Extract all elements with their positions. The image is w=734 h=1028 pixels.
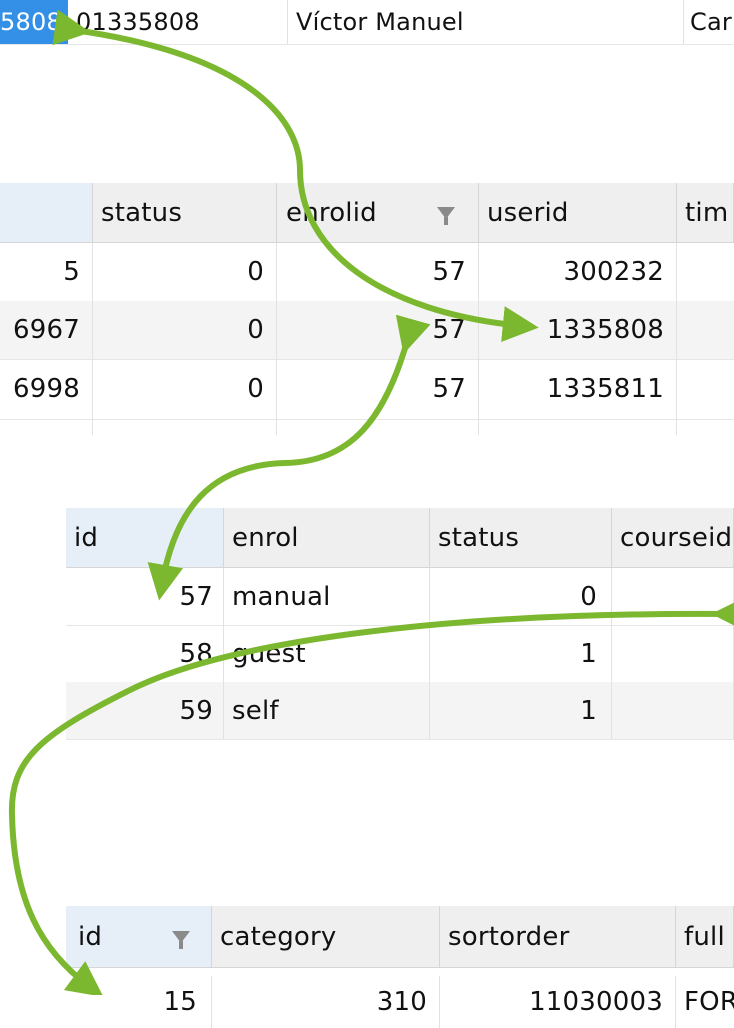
- filter-icon[interactable]: [437, 206, 455, 225]
- cell-status[interactable]: 0: [93, 243, 277, 301]
- table-row[interactable]: 5 0 57 300232: [0, 243, 734, 302]
- table-row[interactable]: 6998 0 57 1335811: [0, 359, 734, 420]
- cell-enrolid[interactable]: 57: [277, 301, 479, 359]
- cell-id[interactable]: 6998: [0, 359, 93, 419]
- empty-cell: [479, 419, 677, 435]
- user-table-row[interactable]: 5808 01335808 Víctor Manuel Car: [0, 0, 734, 45]
- column-header-status[interactable]: status: [93, 183, 277, 243]
- cell-lastname[interactable]: Car: [684, 0, 734, 44]
- cell-id[interactable]: 5: [0, 243, 93, 301]
- cell-status[interactable]: 1: [430, 682, 612, 739]
- column-header-courseid[interactable]: courseid: [612, 508, 734, 568]
- empty-cell: [93, 419, 277, 435]
- cell-username[interactable]: 01335808: [68, 0, 288, 44]
- column-header-enrolid[interactable]: enrolid: [277, 183, 479, 243]
- column-header-status[interactable]: status: [430, 508, 612, 568]
- column-header-category[interactable]: category: [212, 906, 440, 968]
- column-header-time[interactable]: tim: [677, 183, 734, 243]
- cell-id[interactable]: 15: [66, 976, 212, 1028]
- cell-id[interactable]: 57: [66, 568, 224, 625]
- cell-firstname[interactable]: Víctor Manuel: [288, 0, 684, 44]
- cell-courseid[interactable]: [612, 625, 734, 682]
- cell-courseid[interactable]: [612, 682, 734, 739]
- cell-status[interactable]: 0: [93, 301, 277, 359]
- filter-icon[interactable]: [172, 930, 190, 949]
- cell-fullname[interactable]: FOR: [676, 976, 734, 1028]
- cell-courseid[interactable]: [612, 568, 734, 625]
- column-header-id[interactable]: id: [66, 508, 224, 568]
- cell-sortorder[interactable]: 11030003: [440, 976, 676, 1028]
- cell-enrol[interactable]: guest: [224, 625, 430, 682]
- cell-userid[interactable]: 1335811: [479, 359, 677, 419]
- table-row[interactable]: 58 guest 1: [66, 625, 734, 683]
- cell-id[interactable]: 59: [66, 682, 224, 739]
- cell-userid[interactable]: 300232: [479, 243, 677, 301]
- empty-cell: [0, 419, 93, 435]
- column-header-userid[interactable]: userid: [479, 183, 677, 243]
- table-header-row: status enrolid userid tim: [0, 183, 734, 243]
- column-header-fullname[interactable]: full: [676, 906, 734, 968]
- column-header-id[interactable]: [0, 183, 93, 243]
- header-label: id: [78, 921, 103, 952]
- table-row[interactable]: 15 310 11030003 FOR: [66, 968, 734, 1028]
- cell-enrol[interactable]: self: [224, 682, 430, 739]
- table-header-row: id category sortorder full: [66, 906, 734, 968]
- table-row-partial: [0, 419, 734, 435]
- cell-userid[interactable]: 1335808: [479, 301, 677, 359]
- column-header-id[interactable]: id: [66, 906, 212, 968]
- cell-enrol[interactable]: manual: [224, 568, 430, 625]
- empty-cell: [277, 419, 479, 435]
- cell-category[interactable]: 310: [212, 976, 440, 1028]
- cell-id[interactable]: 6967: [0, 301, 93, 359]
- cell-status[interactable]: 1: [430, 625, 612, 682]
- column-header-enrol[interactable]: enrol: [224, 508, 430, 568]
- selected-cell-idnumber[interactable]: 5808: [0, 0, 68, 44]
- table-row[interactable]: 59 self 1: [66, 682, 734, 740]
- cell-enrolid[interactable]: 57: [277, 243, 479, 301]
- cell-status[interactable]: 0: [430, 568, 612, 625]
- table-header-row: id enrol status courseid: [66, 508, 734, 568]
- column-header-sortorder[interactable]: sortorder: [440, 906, 676, 968]
- cell-status[interactable]: 0: [93, 359, 277, 419]
- cell-id[interactable]: 58: [66, 625, 224, 682]
- table-row[interactable]: 57 manual 0: [66, 568, 734, 626]
- header-label: enrolid: [286, 197, 377, 228]
- cell-enrolid[interactable]: 57: [277, 359, 479, 419]
- relationship-arrows: [8, 9, 734, 995]
- table-row[interactable]: 6967 0 57 1335808: [0, 301, 734, 360]
